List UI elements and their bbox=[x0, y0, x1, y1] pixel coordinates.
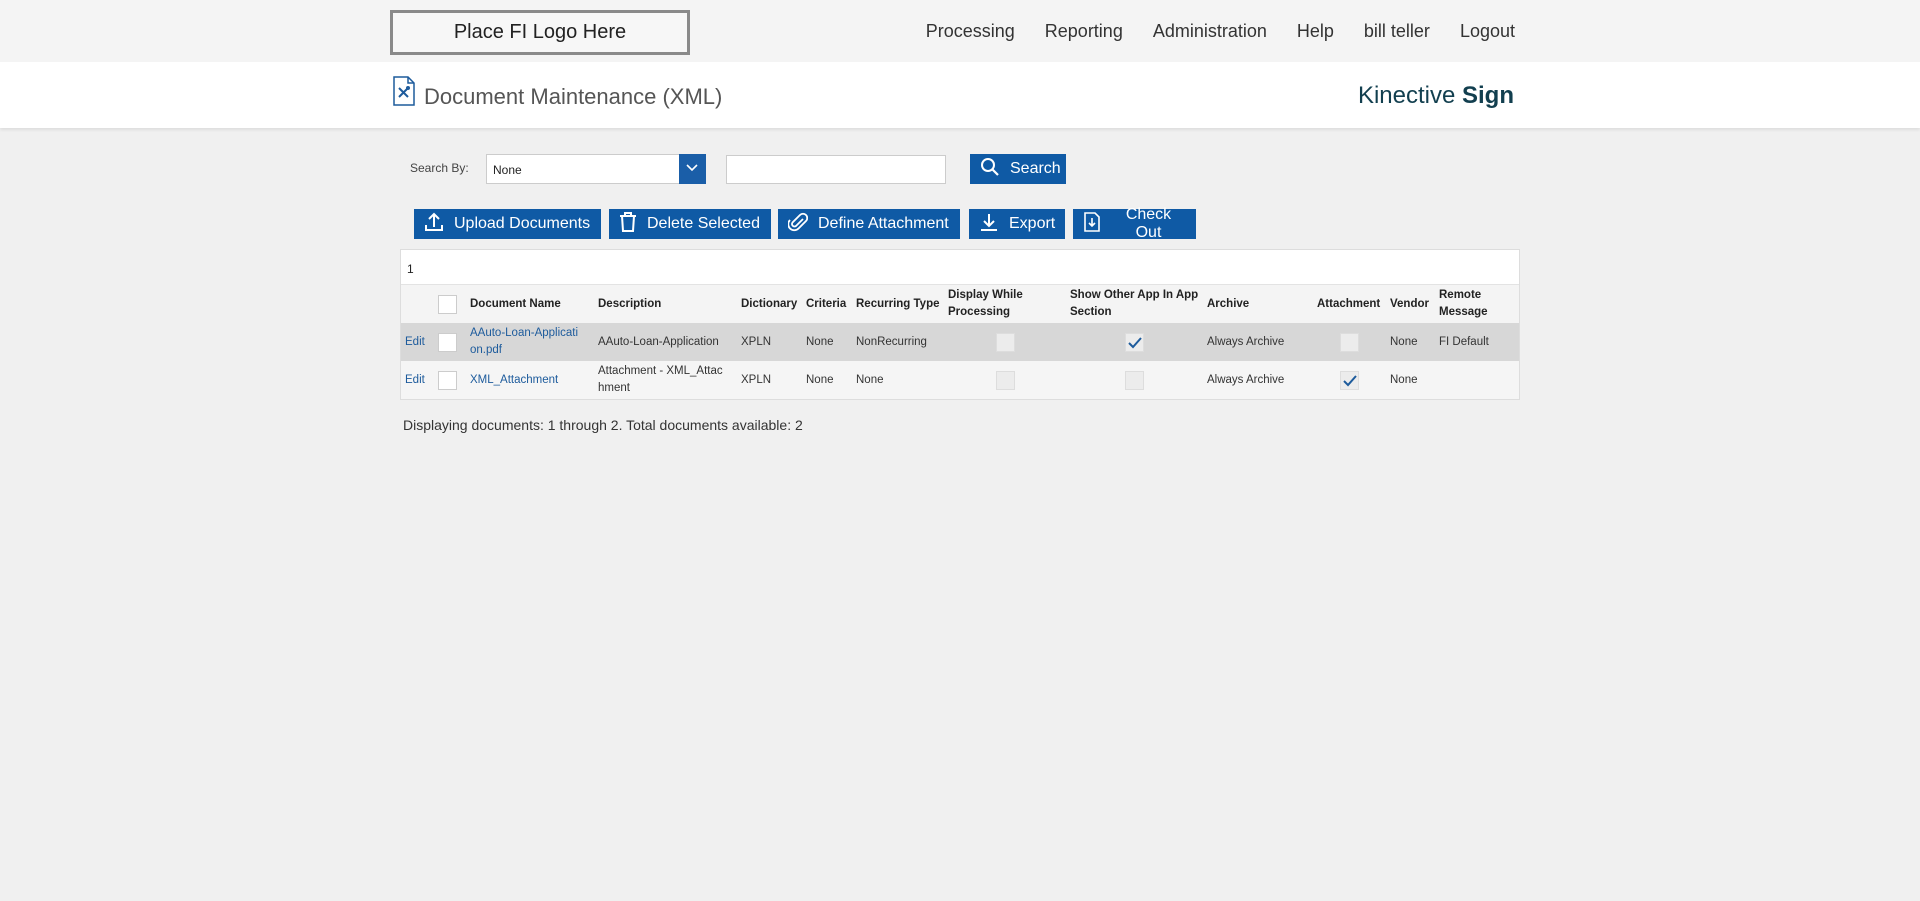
header-description[interactable]: Description bbox=[594, 285, 737, 323]
header-attachment[interactable]: Attachment bbox=[1313, 285, 1386, 323]
search-by-label: Search By: bbox=[410, 161, 469, 175]
checkmark-icon bbox=[1343, 374, 1357, 386]
header-document-name[interactable]: Document Name bbox=[466, 285, 594, 323]
edit-link[interactable]: Edit bbox=[405, 336, 425, 348]
select-all-checkbox[interactable] bbox=[438, 294, 457, 314]
nav-processing[interactable]: Processing bbox=[926, 21, 1015, 42]
show-other-app-checkbox bbox=[1125, 370, 1144, 390]
checkout-document-icon bbox=[1083, 211, 1111, 237]
main-nav: Processing Reporting Administration Help… bbox=[896, 0, 1515, 62]
archive-cell: Always Archive bbox=[1203, 361, 1313, 399]
search-by-value: None bbox=[493, 163, 522, 177]
table-row[interactable]: Edit XML_Attachment Attachment - XML_Att… bbox=[401, 361, 1519, 399]
show-other-app-checkbox bbox=[1125, 332, 1144, 352]
export-label: Export bbox=[1009, 215, 1056, 232]
brand-logo: Kinective Sign bbox=[1358, 82, 1514, 110]
recurring-type-cell: NonRecurring bbox=[852, 323, 944, 361]
recurring-type-cell: None bbox=[852, 361, 944, 399]
remote-message-cell: FI Default bbox=[1435, 323, 1519, 361]
dictionary-cell: XPLN bbox=[737, 361, 802, 399]
header-archive[interactable]: Archive bbox=[1203, 285, 1313, 323]
edit-link[interactable]: Edit bbox=[405, 374, 425, 386]
dictionary-cell: XPLN bbox=[737, 323, 802, 361]
criteria-cell: None bbox=[802, 361, 852, 399]
define-attachment-button[interactable]: Define Attachment bbox=[778, 209, 960, 239]
criteria-cell: None bbox=[802, 323, 852, 361]
fi-logo-placeholder: Place FI Logo Here bbox=[390, 10, 690, 55]
attachment-checkbox bbox=[1340, 370, 1359, 390]
documents-table: Document Name Description Dictionary Cri… bbox=[401, 285, 1519, 399]
paperclip-icon bbox=[787, 212, 818, 237]
attachment-checkbox bbox=[1340, 332, 1359, 352]
description-cell: Attachment - XML_Attac hment bbox=[594, 361, 737, 399]
header-display-while-processing[interactable]: Display While Processing bbox=[944, 285, 1066, 323]
title-bar: Document Maintenance (XML) Kinective Sig… bbox=[0, 62, 1920, 128]
header-recurring-type[interactable]: Recurring Type bbox=[852, 285, 944, 323]
remote-message-cell bbox=[1435, 361, 1519, 399]
upload-documents-button[interactable]: Upload Documents bbox=[414, 209, 601, 239]
nav-logout[interactable]: Logout bbox=[1460, 21, 1515, 42]
search-icon bbox=[980, 157, 1010, 182]
header-dictionary[interactable]: Dictionary bbox=[737, 285, 802, 323]
archive-cell: Always Archive bbox=[1203, 323, 1313, 361]
description-cell: AAuto-Loan-Application bbox=[594, 323, 737, 361]
check-out-button[interactable]: Check Out bbox=[1073, 206, 1196, 241]
search-button-label: Search bbox=[1010, 160, 1061, 177]
header-show-other-app[interactable]: Show Other App In App Section bbox=[1066, 285, 1203, 323]
header-vendor[interactable]: Vendor bbox=[1386, 285, 1435, 323]
dropdown-arrow-icon[interactable] bbox=[679, 154, 706, 184]
documents-grid: 1 Document Name Description Dictionary C… bbox=[400, 249, 1520, 400]
export-button[interactable]: Export bbox=[969, 209, 1065, 239]
delete-selected-button[interactable]: Delete Selected bbox=[609, 209, 771, 239]
header-criteria[interactable]: Criteria bbox=[802, 285, 852, 323]
top-bar: Place FI Logo Here Processing Reporting … bbox=[0, 0, 1920, 62]
page-title: Document Maintenance (XML) bbox=[424, 84, 723, 109]
checkmark-icon bbox=[1128, 336, 1142, 348]
display-while-processing-checkbox bbox=[995, 370, 1015, 390]
upload-documents-label: Upload Documents bbox=[454, 215, 591, 232]
vendor-cell: None bbox=[1386, 323, 1435, 361]
search-input[interactable] bbox=[726, 155, 946, 184]
nav-help[interactable]: Help bbox=[1297, 21, 1334, 42]
document-name-link[interactable]: XML_Attachment bbox=[470, 374, 558, 386]
define-attachment-label: Define Attachment bbox=[818, 215, 949, 232]
row-select-checkbox[interactable] bbox=[438, 370, 457, 390]
documents-count-status: Displaying documents: 1 through 2. Total… bbox=[403, 417, 803, 433]
vendor-cell: None bbox=[1386, 361, 1435, 399]
download-icon bbox=[979, 212, 1009, 237]
brand-bold: Sign bbox=[1462, 82, 1514, 109]
search-by-select[interactable]: None bbox=[486, 154, 706, 184]
nav-user-menu[interactable]: bill teller bbox=[1364, 21, 1430, 42]
trash-icon bbox=[619, 211, 647, 237]
check-out-label: Check Out bbox=[1125, 206, 1172, 241]
display-while-processing-checkbox bbox=[995, 332, 1015, 352]
nav-administration[interactable]: Administration bbox=[1153, 21, 1267, 42]
header-edit bbox=[401, 285, 434, 323]
brand-light: Kinective bbox=[1357, 82, 1456, 109]
header-select-all bbox=[434, 285, 466, 323]
document-name-link[interactable]: AAuto-Loan-Applicati on.pdf bbox=[470, 327, 578, 356]
nav-reporting[interactable]: Reporting bbox=[1045, 21, 1123, 42]
document-tools-icon bbox=[392, 76, 416, 106]
row-select-checkbox[interactable] bbox=[438, 332, 457, 352]
pager: 1 bbox=[401, 250, 1519, 285]
header-remote-message[interactable]: Remote Message bbox=[1435, 285, 1519, 323]
upload-icon bbox=[424, 212, 454, 237]
delete-selected-label: Delete Selected bbox=[647, 215, 760, 232]
search-button[interactable]: Search bbox=[970, 154, 1066, 184]
page-number[interactable]: 1 bbox=[407, 262, 414, 276]
table-row[interactable]: Edit AAuto-Loan-Applicati on.pdf AAuto-L… bbox=[401, 323, 1519, 361]
table-header-row: Document Name Description Dictionary Cri… bbox=[401, 285, 1519, 323]
